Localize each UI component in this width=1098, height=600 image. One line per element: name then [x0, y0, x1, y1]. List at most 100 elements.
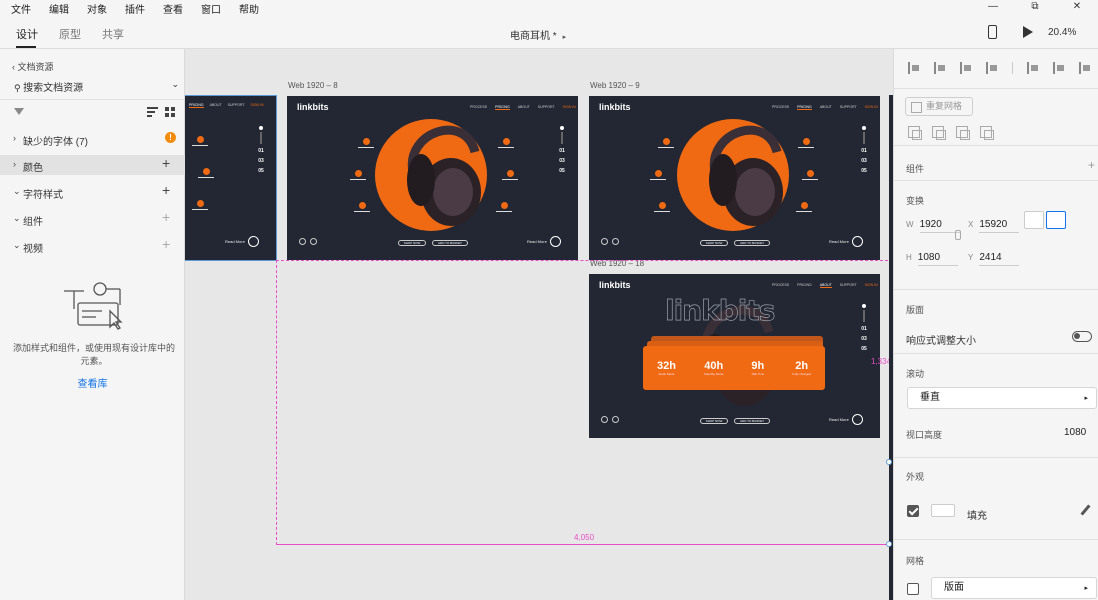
- canvas[interactable]: PRICING ABOUT SUPPORT SIGN IN 01 03 05 R…: [185, 49, 893, 600]
- feature-item: [351, 202, 373, 212]
- align-left-icon[interactable]: [1027, 62, 1039, 74]
- menu-plugins[interactable]: 插件: [116, 1, 154, 16]
- nav-sign-in: SIGN IN: [864, 283, 878, 287]
- sort-icon[interactable]: [147, 107, 158, 117]
- headphone-image: [407, 125, 481, 226]
- resize-handle[interactable]: [886, 459, 892, 465]
- tab-share[interactable]: 共享: [102, 26, 124, 42]
- align-bottom-icon[interactable]: [960, 62, 972, 74]
- section-videos[interactable]: ⌄ 视频 +: [0, 236, 185, 256]
- menu-file[interactable]: 文件: [0, 1, 40, 16]
- minimize-button[interactable]: —: [972, 0, 1014, 16]
- boolean-subtract-icon[interactable]: [932, 126, 946, 140]
- add-video-icon[interactable]: +: [162, 236, 170, 252]
- cta-buttons: SHOP NOW ADD TO BASKET: [700, 418, 770, 424]
- slider-arrows: [601, 416, 619, 423]
- grid-type-dropdown[interactable]: 版面 ▸: [931, 577, 1097, 599]
- artboard-partial[interactable]: PRICING ABOUT SUPPORT SIGN IN 01 03 05 R…: [185, 95, 277, 261]
- fill-color-swatch[interactable]: [931, 504, 955, 517]
- artboard-label[interactable]: Web 1920 – 9: [590, 81, 640, 90]
- arrow-left-icon: [601, 238, 608, 245]
- stat-sub: Audio Mode: [658, 372, 675, 376]
- responsive-resize-toggle[interactable]: [1072, 331, 1092, 342]
- back-to-assets[interactable]: ‹ 文档资源: [12, 60, 54, 73]
- x-field[interactable]: X 15920: [968, 219, 1020, 233]
- close-button[interactable]: ✕: [1056, 0, 1098, 16]
- zoom-level[interactable]: 20.4%: [1048, 27, 1076, 38]
- feature-item: [495, 138, 517, 148]
- boolean-add-icon[interactable]: [908, 126, 922, 140]
- boolean-intersect-icon[interactable]: [956, 126, 970, 140]
- artboard-label[interactable]: Web 1920 – 8: [288, 81, 338, 90]
- document-title[interactable]: 电商耳机 * ▸: [510, 27, 566, 42]
- grid-checkbox[interactable]: [907, 583, 919, 595]
- align-top-icon[interactable]: [908, 62, 920, 74]
- fill-checkbox[interactable]: [907, 505, 919, 517]
- viewport-height-value[interactable]: 1080: [1064, 427, 1086, 438]
- nav-process: PROCESS: [772, 283, 790, 287]
- repeat-grid-button[interactable]: 重复网格: [905, 97, 973, 116]
- menu-object[interactable]: 对象: [78, 1, 116, 16]
- artboard-web-1920-18[interactable]: linkbits PROCESS PRICING ABOUT SUPPORT S…: [589, 274, 880, 438]
- tab-prototype[interactable]: 原型: [59, 26, 81, 42]
- section-components-label: 组件: [23, 217, 43, 228]
- eyedropper-icon[interactable]: [1080, 504, 1091, 516]
- width-field[interactable]: W 1920: [906, 219, 960, 233]
- divider: [894, 457, 1098, 458]
- add-color-icon[interactable]: +: [162, 155, 170, 171]
- height-field[interactable]: H 1080: [906, 252, 958, 266]
- scroll-dropdown[interactable]: 垂直 ▸: [907, 387, 1097, 409]
- play-icon[interactable]: [1023, 26, 1033, 38]
- read-more: Read More: [527, 236, 561, 247]
- menu-window[interactable]: 窗口: [192, 1, 230, 16]
- tab-design[interactable]: 设计: [16, 26, 38, 42]
- distribute-vertical-icon[interactable]: [986, 62, 998, 74]
- artboard-web-1920-9[interactable]: linkbits PROCESS PRICING ABOUT SUPPORT S…: [589, 96, 880, 260]
- arrow-right-icon: [612, 238, 619, 245]
- y-field[interactable]: Y 2414: [968, 252, 1020, 266]
- add-component-icon[interactable]: +: [162, 209, 170, 225]
- grid-view-icon[interactable]: [165, 107, 175, 117]
- read-more: Read More: [829, 236, 863, 247]
- landscape-orientation-icon[interactable]: [1046, 211, 1066, 229]
- boolean-exclude-icon[interactable]: [980, 126, 994, 140]
- filter-icon[interactable]: [14, 108, 24, 115]
- menu-view[interactable]: 查看: [154, 1, 192, 16]
- nav-process: PROCESS: [470, 105, 488, 109]
- cta-buttons: SHOP NOW ADD TO BASKET: [700, 240, 770, 246]
- missing-fonts-row[interactable]: › 缺少的字体 (7) !: [0, 129, 185, 149]
- resize-handle[interactable]: [886, 541, 892, 547]
- align-center-icon[interactable]: [1053, 62, 1065, 74]
- view-libraries-link[interactable]: 查看库: [0, 375, 185, 390]
- portrait-orientation-icon[interactable]: [1024, 211, 1044, 229]
- stat-item: 2h Fully Charged: [792, 360, 811, 376]
- nav-pricing: PRICING: [797, 105, 812, 110]
- section-components[interactable]: ⌄ 组件 +: [0, 209, 185, 229]
- align-right-icon[interactable]: [1079, 62, 1091, 74]
- height-value: 1080: [917, 252, 958, 266]
- asset-search[interactable]: ⚲ 搜索文档资源 ⌄: [14, 79, 179, 94]
- menu-help[interactable]: 帮助: [230, 1, 268, 16]
- brand-logo: linkbits: [599, 102, 631, 112]
- page-num: 05: [861, 168, 867, 174]
- feature-item: [355, 138, 377, 148]
- mobile-preview-icon[interactable]: [988, 25, 997, 39]
- section-char-styles[interactable]: ⌄ 字符样式 +: [0, 182, 185, 202]
- divider: [894, 145, 1098, 146]
- section-colors[interactable]: › 颜色 +: [0, 155, 185, 175]
- side-pager: 01 03 05: [555, 126, 569, 178]
- align-middle-icon[interactable]: [934, 62, 946, 74]
- lock-aspect-icon[interactable]: [955, 230, 961, 240]
- divider: [0, 99, 185, 100]
- restore-button[interactable]: ⧉: [1014, 0, 1056, 16]
- menu-edit[interactable]: 编辑: [40, 1, 78, 16]
- read-more-label: Read More: [225, 239, 245, 244]
- nav-sign-in: SIGN IN: [864, 105, 878, 109]
- feature-item: [347, 170, 369, 180]
- add-component-icon[interactable]: +: [1088, 158, 1095, 172]
- artboard-web-1920-8[interactable]: linkbits PROCESS PRICING ABOUT SUPPORT S…: [287, 96, 578, 260]
- stats-panel: 32h Audio Mode 40h Standby Mode 9h Talk Tim…: [643, 346, 825, 390]
- add-char-style-icon[interactable]: +: [162, 182, 170, 198]
- page-num: 03: [258, 158, 264, 164]
- side-pager: 01 03 05: [857, 304, 871, 356]
